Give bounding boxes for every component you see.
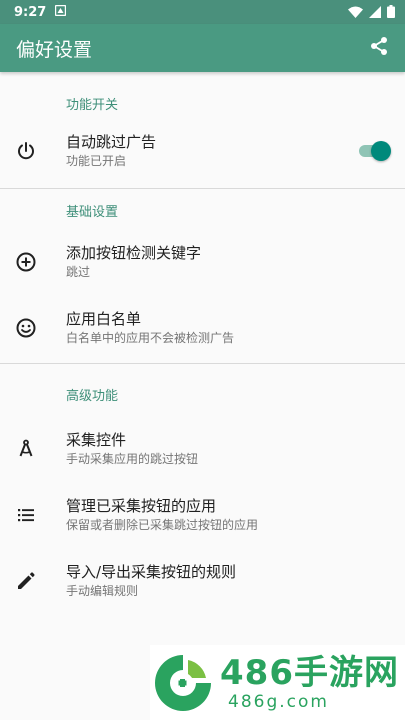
watermark-logo-icon xyxy=(152,652,214,714)
app-bar: 偏好设置 xyxy=(0,24,405,72)
watermark-title: 486手游网 xyxy=(220,652,399,693)
notification-icon xyxy=(55,4,67,20)
section-header-basic-settings: 基础设置 xyxy=(66,204,119,220)
share-icon xyxy=(369,36,389,60)
battery-icon xyxy=(387,3,395,22)
pref-summary: 手动采集应用的跳过按钮 xyxy=(66,452,199,466)
divider xyxy=(0,188,405,189)
pencil-icon xyxy=(14,569,38,593)
pref-app-whitelist[interactable]: 应用白名单 白名单中的应用不会被检测广告 xyxy=(0,295,405,361)
watermark: 486手游网 486g.com xyxy=(150,645,405,720)
pref-summary: 功能已开启 xyxy=(66,154,127,168)
pref-summary: 白名单中的应用不会被检测广告 xyxy=(66,331,235,345)
pref-manage-collected-apps[interactable]: 管理已采集按钮的应用 保留或者删除已采集跳过按钮的应用 xyxy=(0,482,405,548)
wifi-icon xyxy=(348,3,363,22)
pref-title: 导入/导出采集按钮的规则 xyxy=(66,563,237,581)
status-time: 9:27 xyxy=(14,4,47,20)
pref-summary: 跳过 xyxy=(66,265,91,279)
power-icon xyxy=(14,139,38,163)
section-header-advanced: 高级功能 xyxy=(66,388,119,404)
page-title: 偏好设置 xyxy=(16,38,93,61)
signal-icon xyxy=(369,3,381,22)
status-bar: 9:27 xyxy=(0,0,405,24)
compass-icon xyxy=(14,437,38,461)
auto-skip-switch[interactable] xyxy=(359,141,391,161)
pref-title: 添加按钮检测关键字 xyxy=(66,244,202,262)
pref-title: 应用白名单 xyxy=(66,310,142,328)
watermark-url: 486g.com xyxy=(228,691,329,712)
smiley-icon xyxy=(14,316,38,340)
pref-import-export-rules[interactable]: 导入/导出采集按钮的规则 手动编辑规则 xyxy=(0,548,405,614)
pref-title: 自动跳过广告 xyxy=(66,133,157,151)
divider xyxy=(0,363,405,364)
pref-title: 管理已采集按钮的应用 xyxy=(66,497,217,515)
list-icon xyxy=(14,503,38,527)
pref-collect-widget[interactable]: 采集控件 手动采集应用的跳过按钮 xyxy=(0,416,405,482)
switch-thumb xyxy=(371,141,391,161)
pref-summary: 手动编辑规则 xyxy=(66,584,139,598)
pref-auto-skip-ads[interactable]: 自动跳过广告 功能已开启 xyxy=(0,116,405,186)
preferences-list: 功能开关 自动跳过广告 功能已开启 基础设置 添加按钮检测关键字 跳过 应用白名… xyxy=(0,72,405,614)
pref-title: 采集控件 xyxy=(66,431,127,449)
pref-add-keyword[interactable]: 添加按钮检测关键字 跳过 xyxy=(0,229,405,295)
add-circle-icon xyxy=(14,250,38,274)
pref-summary: 保留或者删除已采集跳过按钮的应用 xyxy=(66,518,259,532)
share-button[interactable] xyxy=(363,32,395,64)
